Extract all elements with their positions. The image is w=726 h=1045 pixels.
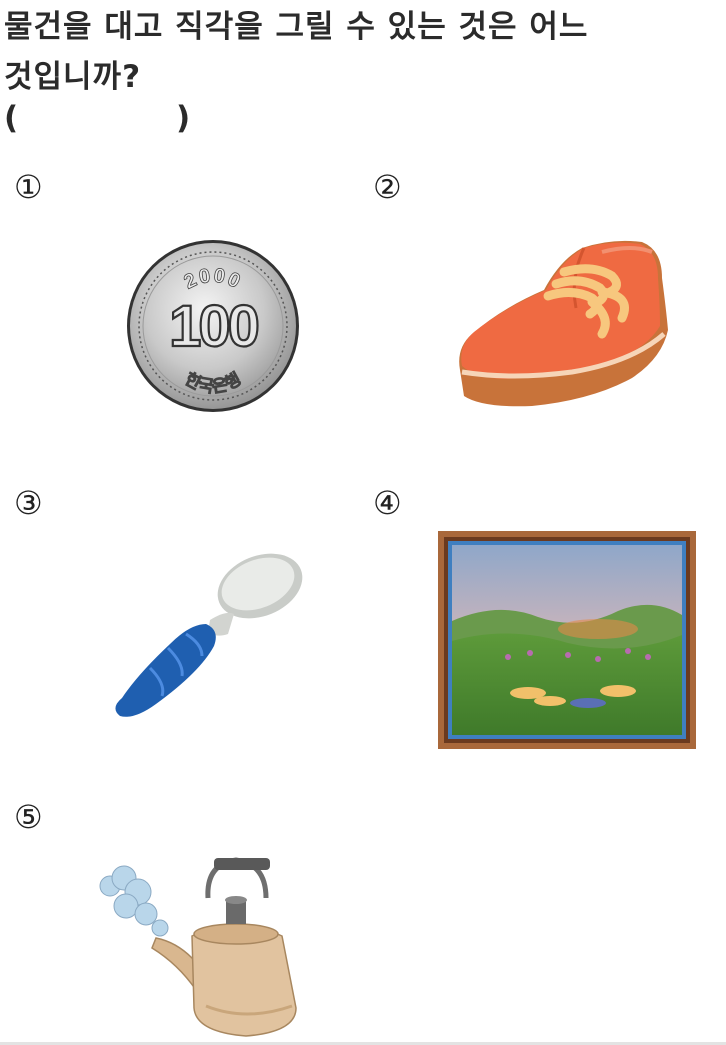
spoon-icon[interactable]	[110, 548, 306, 724]
option-1-number[interactable]: ①	[14, 168, 43, 206]
answer-blank[interactable]: ( )	[4, 100, 190, 136]
coin-value: 100	[169, 294, 258, 359]
question-line-2: 것입니까?	[4, 59, 142, 95]
question-line-1: 물건을 대고 직각을 그릴 수 있는 것은 어느	[4, 9, 589, 45]
option-2-number[interactable]: ②	[373, 168, 402, 206]
option-4-number[interactable]: ④	[373, 484, 402, 522]
option-3-number[interactable]: ③	[14, 484, 43, 522]
picture-frame-icon[interactable]	[438, 531, 696, 753]
kettle-icon[interactable]	[96, 856, 312, 1044]
question-text: 물건을 대고 직각을 그릴 수 있는 것은 어느 것입니까?	[4, 2, 719, 102]
blank-close-paren: )	[176, 100, 191, 136]
coin-icon[interactable]: 2000 100 한국은행	[124, 237, 302, 419]
blank-open-paren: (	[4, 100, 19, 136]
shoe-icon[interactable]	[452, 238, 674, 417]
option-5-number[interactable]: ⑤	[14, 798, 43, 836]
